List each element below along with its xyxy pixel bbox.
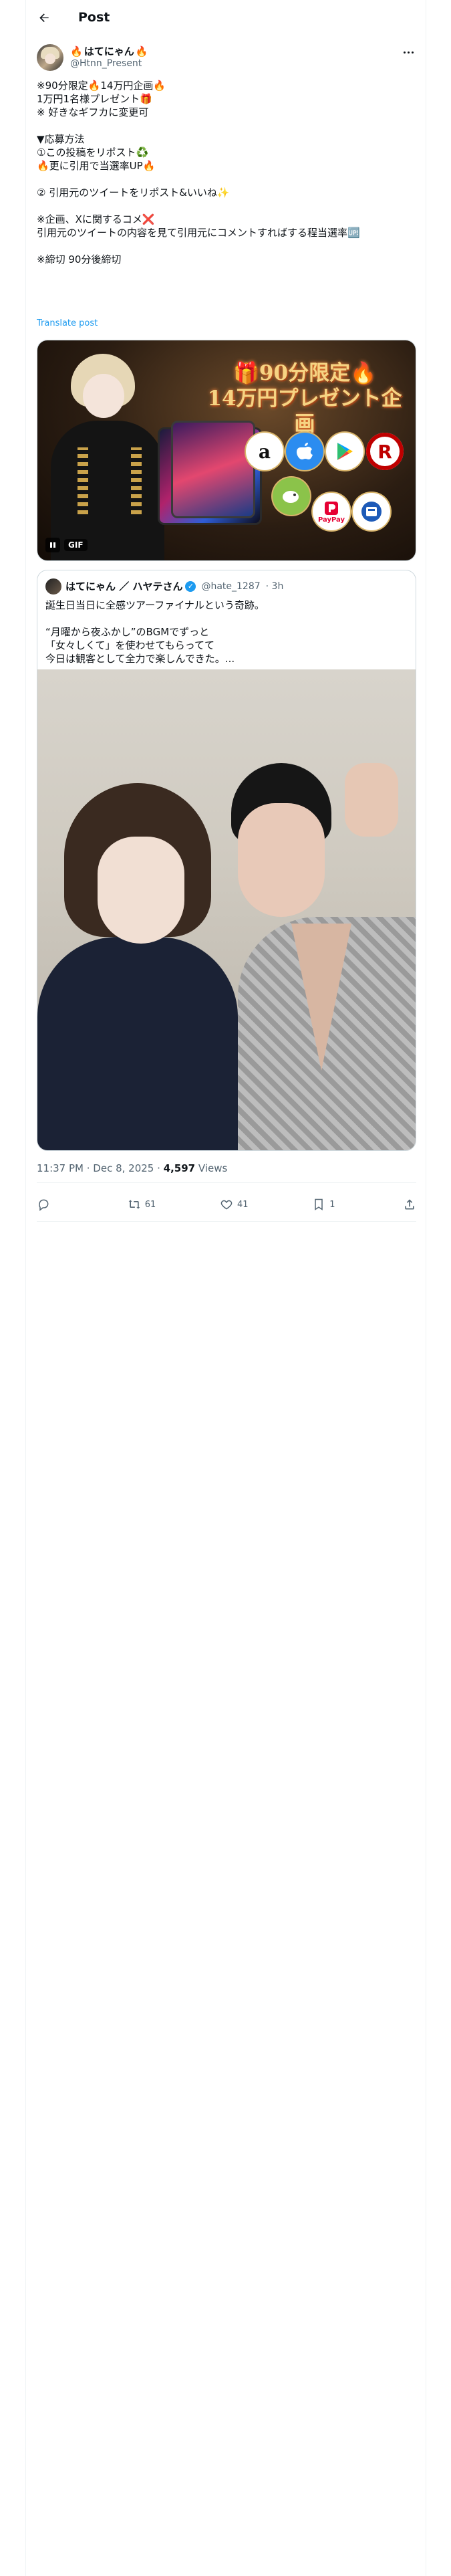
amazon-logo-icon: a (246, 433, 283, 470)
person-image (51, 347, 171, 560)
divider (37, 1221, 416, 1222)
views-count: 4,597 (163, 1162, 196, 1174)
arrow-left-icon (39, 13, 49, 22)
action-bar: 61 41 1 (37, 1188, 416, 1220)
post-line: 🔥更に引用で当選率UP🔥 (37, 160, 156, 172)
translate-post-link[interactable]: Translate post (37, 318, 98, 328)
post-line: ※ 好きなギフカに変更可 (37, 106, 149, 118)
quoted-post[interactable]: はてにゃん ／ ハヤテさん ✓ @hate_1287 · 3h 誕生日当日に全感… (37, 570, 416, 1151)
rakuten-logo-icon: R (366, 433, 404, 470)
quoted-author-avatar (45, 578, 61, 595)
pause-icon (50, 542, 55, 548)
share-button[interactable] (403, 1198, 416, 1211)
post-line: ①この投稿をリポスト♻️ (37, 146, 149, 158)
post-line: ※90分限定🔥14万円企画🔥 (37, 80, 166, 92)
repost-count: 61 (144, 1199, 156, 1210)
google-play-logo-icon (326, 433, 363, 470)
post-text: ※90分限定🔥14万円企画🔥 1万円1名様プレゼント🎁 ※ 好きなギフカに変更可… (37, 79, 416, 266)
author-handle[interactable]: @Htnn_Present (70, 58, 142, 69)
dot-icon (403, 51, 406, 53)
post-line: ▼応募方法 (37, 133, 85, 145)
dot-icon (407, 51, 410, 53)
quoted-author-name: はてにゃん ／ ハヤテさん (65, 580, 183, 593)
bank-card-logo-icon (353, 493, 390, 530)
gif-badge: GIF (64, 539, 88, 551)
reply-button[interactable] (37, 1198, 63, 1211)
post-line: ※締切 90分後締切 (37, 253, 122, 265)
line-bird-logo-icon (273, 477, 310, 515)
post-timestamp[interactable]: 11:37 PM · Dec 8, 2025 · (37, 1162, 164, 1174)
post-line: 1万円1名様プレゼント🎁 (37, 93, 152, 105)
reply-icon (39, 1199, 49, 1211)
apple-logo-icon (286, 433, 323, 470)
banner-title: 🎁90分限定🔥 14万円プレゼント企画 (207, 361, 402, 436)
like-count: 41 (237, 1199, 249, 1210)
top-bar: Post (26, 0, 426, 35)
quoted-post-time: · 3h (265, 580, 284, 592)
name-suffix: 🔥 (135, 45, 148, 58)
main-column: Post 🔥 はてにゃん 🔥 @Htnn_Present ※90分限定🔥14万円… (25, 0, 426, 2576)
repost-button[interactable]: 61 (128, 1198, 156, 1211)
page-title: Post (78, 10, 110, 25)
quoted-author: はてにゃん ／ ハヤテさん ✓ @hate_1287 · 3h (65, 579, 283, 593)
author-name[interactable]: 🔥 はてにゃん 🔥 (70, 44, 148, 58)
more-options-button[interactable] (400, 45, 416, 59)
quoted-post-photo (37, 669, 416, 1150)
gif-controls: GIF (45, 538, 88, 552)
quoted-post-text: 誕生日当日に全感ツアーファイナルという奇跡。 “月曜から夜ふかし”のBGMでずっ… (45, 599, 265, 665)
post-line: 引用元のツイートの内容を見て引用元にコメントすればする程当選率🆙 (37, 227, 360, 239)
heart-icon (220, 1200, 233, 1210)
pause-button[interactable] (45, 538, 60, 552)
like-button[interactable]: 41 (220, 1198, 249, 1211)
bookmark-icon (315, 1198, 323, 1210)
paypay-logo-icon: PayPay (313, 493, 350, 530)
repost-icon (128, 1200, 140, 1209)
verified-badge-icon: ✓ (185, 580, 196, 592)
post-line: ② 引用元のツイートをリポスト&いいね✨ (37, 187, 230, 199)
name-prefix: 🔥 (70, 45, 83, 58)
bookmark-button[interactable]: 1 (312, 1198, 339, 1211)
share-icon (405, 1199, 414, 1210)
post-meta: 11:37 PM · Dec 8, 2025 · 4,597 Views (37, 1162, 227, 1174)
quoted-author-handle: @hate_1287 (201, 580, 261, 592)
views-label: Views (195, 1162, 228, 1174)
name-text: はてにゃん (84, 45, 134, 58)
back-button[interactable] (35, 9, 53, 27)
author-avatar[interactable] (37, 44, 63, 71)
dot-icon (411, 51, 414, 53)
divider (37, 1182, 416, 1183)
post-line: ※企画、Xに関するコメ❌ (37, 213, 155, 225)
post-gif[interactable]: 🎁90分限定🔥 14万円プレゼント企画 a R PayPay GIF (37, 340, 416, 561)
bookmark-count: 1 (329, 1199, 335, 1210)
